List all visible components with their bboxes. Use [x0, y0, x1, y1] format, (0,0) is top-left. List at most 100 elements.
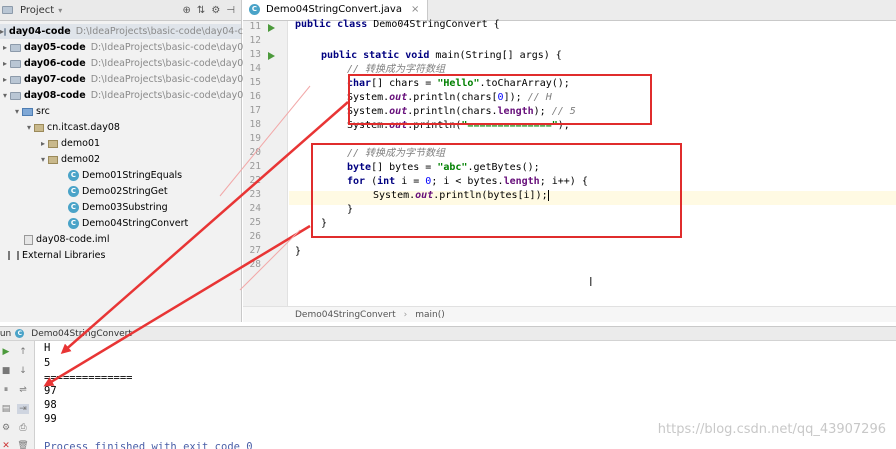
- folder-icon: [4, 27, 7, 36]
- line-number: 11: [249, 21, 261, 32]
- tree-item-package[interactable]: ▾ cn.itcast.day08: [24, 120, 120, 135]
- close-icon[interactable]: ✕: [0, 441, 12, 449]
- line-number: 23: [249, 189, 261, 200]
- package-icon: [34, 123, 44, 132]
- line-number: 16: [249, 91, 261, 102]
- console-exit-line: Process finished with exit code 0: [44, 441, 253, 449]
- chevron-down-icon[interactable]: ▾: [12, 107, 22, 116]
- highlight-box-byte-array: [311, 143, 682, 238]
- line-number: 28: [249, 259, 261, 270]
- tree-item-day06[interactable]: ▸ day06-code D:\IdeaProjects\basic-code\da…: [0, 56, 276, 71]
- settings-icon[interactable]: ⚙: [0, 423, 12, 433]
- chevron-down-icon[interactable]: ▾: [0, 91, 10, 100]
- tree-item-day07[interactable]: ▸ day07-code D:\IdeaProjects\basic-code\da…: [0, 72, 276, 87]
- tree-item-demo02[interactable]: ▾ demo02: [38, 152, 100, 167]
- package-icon: [48, 139, 58, 148]
- tree-item-demo01[interactable]: ▸ demo01: [38, 136, 100, 151]
- line-number: 14: [249, 63, 261, 74]
- print-icon[interactable]: ⎙: [17, 423, 29, 433]
- delete-icon[interactable]: 🗑: [17, 441, 29, 449]
- console-line: 97: [44, 385, 57, 397]
- tab-demo04[interactable]: C Demo04StringConvert.java ×: [243, 0, 429, 20]
- console-line: 99: [44, 413, 57, 425]
- wrap-icon[interactable]: ⇌: [17, 385, 29, 395]
- tree-item-iml[interactable]: day08-code.iml: [24, 232, 109, 247]
- tree-item-day05[interactable]: ▸ day05-code D:\IdeaProjects\basic-code\da…: [0, 40, 276, 55]
- class-icon: C: [68, 186, 79, 197]
- folder-icon: [10, 59, 21, 68]
- project-panel: Project ▾ ⊕ ⇅ ⚙ ⊣ ▸ day04-code D:\IdeaProj…: [0, 0, 276, 322]
- settings-icon[interactable]: ⚙: [211, 5, 220, 16]
- close-icon[interactable]: ×: [411, 4, 419, 15]
- dropdown-icon[interactable]: ▾: [58, 6, 62, 15]
- tree-item-class[interactable]: C Demo02StringGet: [68, 184, 168, 199]
- breadcrumb-class[interactable]: Demo04StringConvert: [295, 310, 396, 320]
- stop-icon[interactable]: ■: [0, 366, 12, 376]
- scroll-end-icon[interactable]: ⇥: [17, 404, 29, 414]
- up-icon[interactable]: ↑: [17, 347, 29, 357]
- console-line: ==============: [44, 372, 133, 384]
- line-number: 19: [249, 133, 261, 144]
- ide-window: Project ▾ ⊕ ⇅ ⚙ ⊣ ▸ day04-code D:\IdeaProj…: [0, 0, 896, 449]
- tree-item-day04[interactable]: ▸ day04-code D:\IdeaProjects\basic-code\da…: [0, 24, 261, 39]
- pause-icon[interactable]: ⏸: [0, 385, 12, 395]
- chevron-down-icon[interactable]: ▾: [24, 123, 34, 132]
- package-icon: [48, 155, 58, 164]
- tree-item-src[interactable]: ▾ src: [12, 104, 50, 119]
- line-number: 20: [249, 147, 261, 158]
- line-number: 25: [249, 217, 261, 228]
- code-editor: C Demo04StringConvert.java × 11 12 13 14…: [243, 0, 896, 322]
- tree-item-day08[interactable]: ▾ day08-code D:\IdeaProjects\basic-code\da…: [0, 88, 276, 103]
- chevron-right-icon[interactable]: ▸: [0, 75, 10, 84]
- line-number: 18: [249, 119, 261, 130]
- folder-icon: [10, 43, 21, 52]
- line-number: 26: [249, 231, 261, 242]
- run-class-icon[interactable]: [268, 24, 275, 32]
- line-number: 12: [249, 35, 261, 46]
- console-line: H: [44, 342, 51, 354]
- collapse-icon[interactable]: ⇅: [197, 5, 205, 16]
- code-line: public static void main(String[] args) {: [321, 50, 562, 61]
- project-icon: [2, 6, 13, 14]
- run-panel-header: Run C Demo04StringConvert: [0, 326, 896, 341]
- class-icon: C: [249, 4, 260, 15]
- class-icon: C: [68, 170, 79, 181]
- code-line: public class Demo04StringConvert {: [295, 19, 500, 30]
- source-folder-icon: [22, 107, 33, 116]
- tree-item-class[interactable]: C Demo01StringEquals: [68, 168, 182, 183]
- line-number: 21: [249, 161, 261, 172]
- rerun-icon[interactable]: ▶: [0, 347, 12, 357]
- run-toolbar: ▶ ↑ ■ ↓ ⏸ ⇌ ▤ ⇥ ⚙ ⎙ ✕ 🗑: [0, 341, 35, 449]
- text-cursor-icon: I: [589, 275, 593, 289]
- locate-icon[interactable]: ⊕: [183, 5, 191, 16]
- chevron-right-icon[interactable]: ▸: [38, 139, 48, 148]
- down-icon[interactable]: ↓: [17, 366, 29, 376]
- tree-item-class[interactable]: C Demo03Substring: [68, 200, 168, 215]
- dump-icon[interactable]: ▤: [0, 404, 12, 414]
- tree-item-external-libraries[interactable]: External Libraries: [8, 248, 105, 263]
- line-number: 15: [249, 77, 261, 88]
- line-number: 24: [249, 203, 261, 214]
- chevron-right-icon[interactable]: ▸: [0, 59, 10, 68]
- console-line: 5: [44, 357, 51, 369]
- file-icon: [24, 234, 33, 245]
- run-main-icon[interactable]: [268, 52, 275, 60]
- line-number: 22: [249, 175, 261, 186]
- library-icon: [8, 251, 19, 260]
- line-number: 13: [249, 49, 261, 60]
- line-gutter: 11 12 13 14 15 16 17 18 19 20 21 22 23 2…: [243, 21, 288, 306]
- code-line: }: [295, 246, 302, 257]
- run-tab-prefix: Run: [0, 328, 12, 339]
- hide-icon[interactable]: ⊣: [226, 5, 235, 16]
- project-panel-title: Project: [20, 4, 55, 16]
- chevron-down-icon[interactable]: ▾: [38, 155, 48, 164]
- highlight-box-char-array: [348, 74, 652, 125]
- class-icon: C: [15, 329, 25, 338]
- chevron-right-icon[interactable]: ▸: [0, 43, 10, 52]
- breadcrumb: Demo04StringConvert › main(): [243, 306, 896, 322]
- tree-item-class[interactable]: C Demo04StringConvert: [68, 216, 188, 231]
- breadcrumb-method[interactable]: main(): [415, 310, 445, 320]
- line-number: 27: [249, 245, 261, 256]
- class-icon: C: [68, 218, 79, 229]
- watermark: https://blog.csdn.net/qq_43907296: [657, 422, 886, 437]
